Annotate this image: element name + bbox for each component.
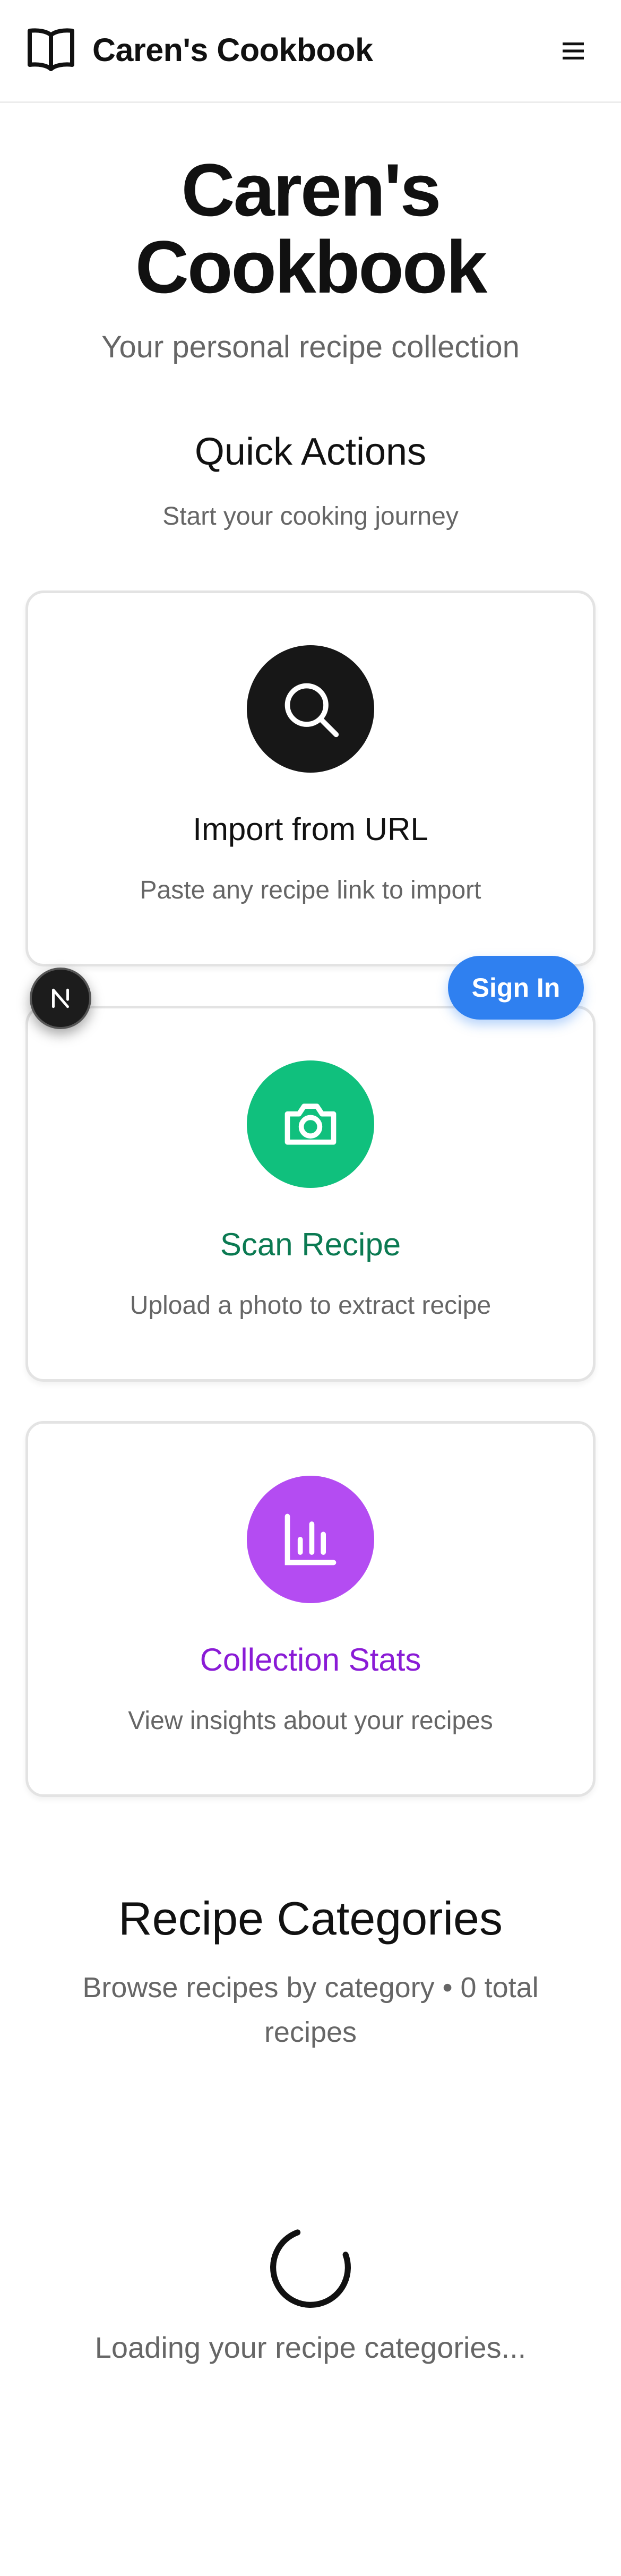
app-header: Caren's Cookbook [0,0,621,103]
next-dev-badge[interactable] [30,968,91,1029]
next-logo-icon [52,988,69,1008]
open-book-icon [28,28,74,71]
app-title: Caren's Cookbook [92,32,373,68]
recipe-categories-subtitle: Browse recipes by category • 0 total [82,1972,539,2004]
collection-stats-description: View insights about your recipes [128,1707,493,1735]
sign-in-button[interactable]: Sign In [448,956,584,1020]
stats-icon-circle [247,1476,374,1603]
scan-recipe-title: Scan Recipe [220,1227,401,1262]
scan-icon-circle [247,1060,374,1188]
loading-message: Loading your recipe categories... [94,2331,527,2364]
import-icon-circle [247,645,374,773]
quick-actions-subtitle: Start your cooking journey [162,502,459,530]
hero-title: Caren's Cookbook [135,148,487,309]
import-url-title: Import from URL [193,811,428,847]
scan-recipe-description: Upload a photo to extract recipe [130,1291,491,1320]
brand-link[interactable]: Caren's Cookbook [25,27,373,73]
hero-subtitle: Your personal recipe collection [101,330,520,364]
scan-recipe-card[interactable]: Scan Recipe Upload a photo to extract re… [25,1006,596,1382]
bar-chart-icon [284,1513,337,1565]
search-icon [284,683,339,738]
collection-stats-card[interactable]: Collection Stats View insights about you… [25,1421,596,1797]
recipe-categories-subtitle-cont: recipes [264,2016,357,2048]
hamburger-menu-icon [563,42,584,59]
import-url-description: Paste any recipe link to import [140,876,481,904]
import-url-card[interactable]: Import from URL Paste any recipe link to… [25,590,596,966]
recipe-categories-title: Recipe Categories [118,1892,503,1945]
menu-button[interactable] [551,32,596,70]
loading-spinner-icon [270,2227,351,2308]
camera-icon [284,1103,337,1145]
quick-actions-title: Quick Actions [194,431,427,473]
collection-stats-title: Collection Stats [200,1642,421,1678]
